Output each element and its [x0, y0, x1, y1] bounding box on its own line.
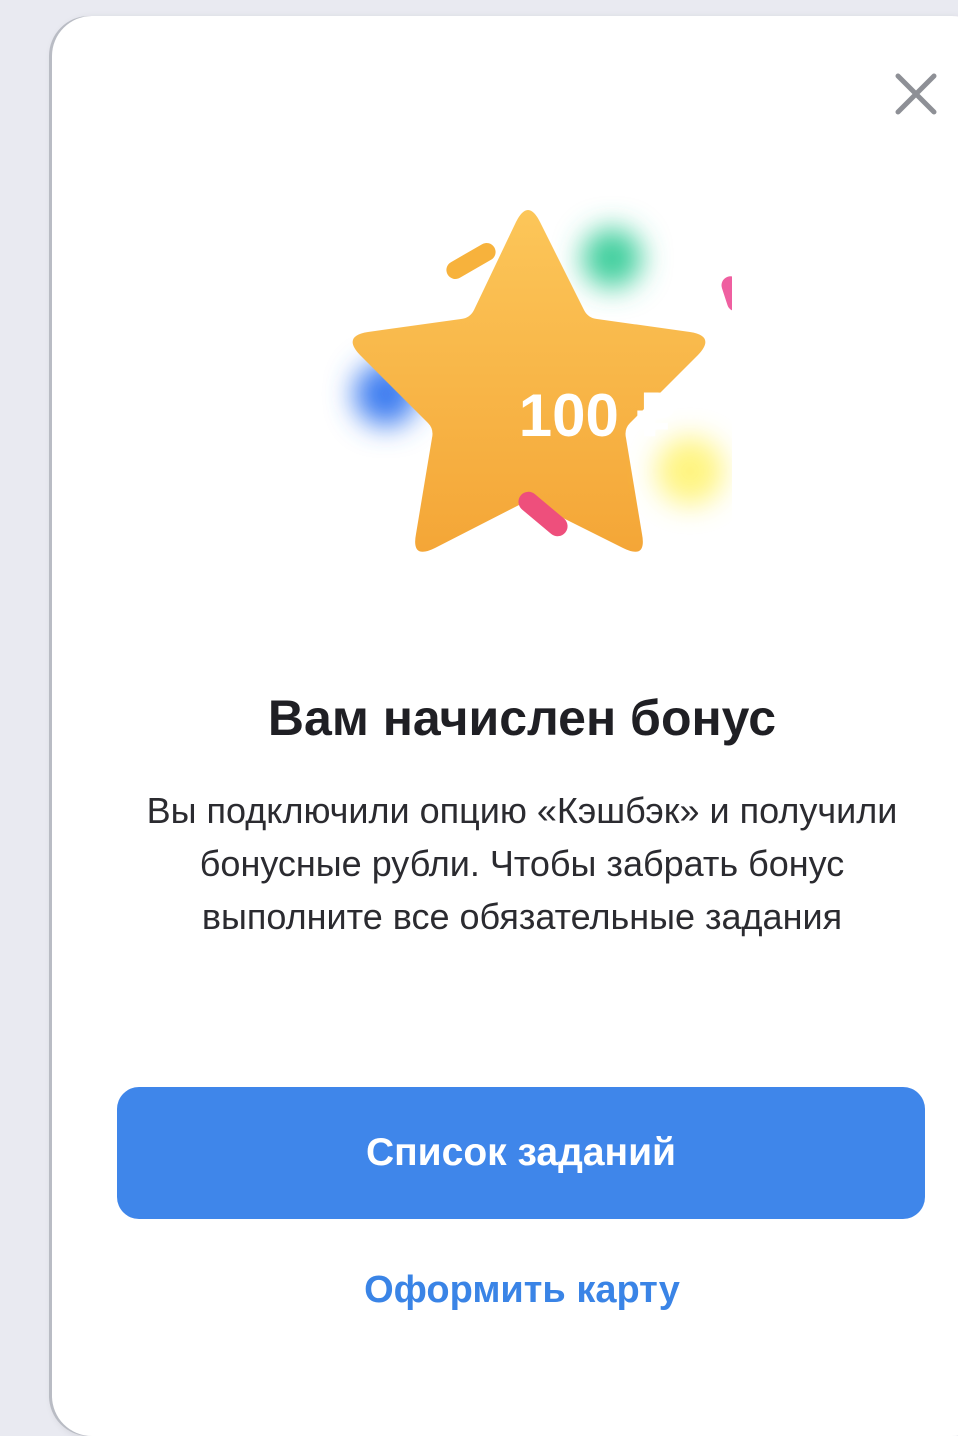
green-blob-decoration: [582, 228, 642, 288]
bonus-star-illustration: 100 ₽: [292, 186, 732, 606]
task-list-button[interactable]: Список заданий: [117, 1087, 925, 1219]
apply-card-link[interactable]: Оформить карту: [52, 1260, 958, 1320]
bonus-modal: 100 ₽ Вам начислен бонус Вы подключили о…: [52, 16, 958, 1436]
modal-description: Вы подключили опцию «Кэшбэк» и получили …: [146, 790, 898, 937]
modal-title: Вам начислен бонус: [267, 690, 777, 746]
pink-confetti: [721, 276, 732, 312]
close-icon: [895, 73, 937, 115]
bonus-amount-label: 100 ₽: [519, 382, 678, 449]
close-button[interactable]: [888, 66, 944, 122]
